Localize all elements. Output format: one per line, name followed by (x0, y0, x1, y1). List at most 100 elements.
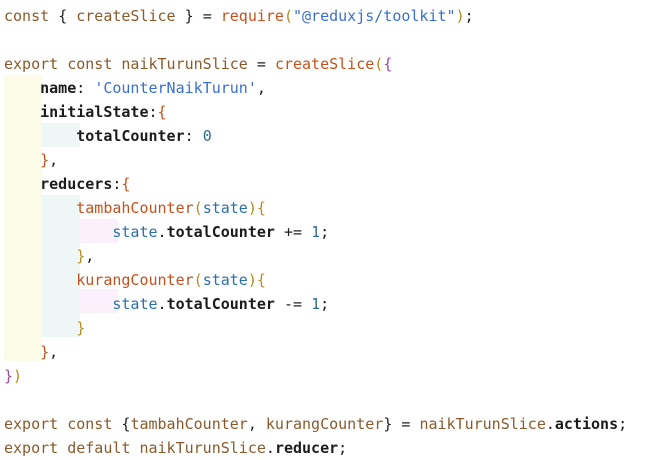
code-token: naikTurunSlice (139, 439, 266, 457)
code-token: default (67, 439, 131, 457)
code-token: createSlice (76, 7, 176, 25)
code-token: state (202, 199, 248, 217)
code-token: const (4, 7, 50, 25)
code-line: }) (4, 364, 22, 388)
code-token: } (40, 343, 50, 361)
code-token: ; (464, 7, 474, 25)
code-token: , (256, 79, 266, 97)
code-token: kurangCounter (265, 415, 384, 433)
code-line: state.totalCounter -= 1; (4, 292, 329, 316)
code-token: const (67, 415, 113, 433)
code-token: ) (455, 7, 465, 25)
code-token: += (274, 223, 312, 241)
code-token: } (40, 151, 50, 169)
code-line: totalCounter: 0 (4, 124, 212, 148)
code-token: ; (338, 439, 348, 457)
code-token: ; (320, 223, 330, 241)
code-token: } (76, 247, 86, 265)
code-token: actions (554, 415, 619, 433)
code-token: ) (247, 199, 257, 217)
code-token: ( (193, 271, 203, 289)
code-token: -= (274, 295, 312, 313)
code-token: const (67, 55, 113, 73)
code-token: } (76, 319, 86, 337)
code-token: : (184, 127, 203, 145)
code-token: { (157, 103, 167, 121)
code-token: ( (193, 199, 203, 217)
code-line: tambahCounter(state){ (4, 196, 266, 220)
code-token: } (184, 7, 194, 25)
code-line: export const naikTurunSlice = createSlic… (4, 52, 392, 76)
code-token: = (256, 55, 266, 73)
code-token: , (49, 151, 59, 169)
code-editor[interactable]: const { createSlice } = require("@reduxj… (0, 0, 666, 457)
code-token: totalCounter (166, 223, 275, 241)
code-token: reducer (274, 439, 339, 457)
code-token: } (383, 415, 393, 433)
code-token: { (121, 175, 131, 193)
code-line: reducers:{ (4, 172, 130, 196)
code-token: tambahCounter (130, 415, 248, 433)
code-token: ) (13, 367, 23, 385)
code-token: export (4, 55, 59, 73)
code-token: , (85, 247, 95, 265)
code-token: name (40, 79, 77, 97)
code-token: = (202, 7, 212, 25)
code-token: . (157, 223, 167, 241)
code-token: reducers (40, 175, 113, 193)
code-line: export default naikTurunSlice.reducer; (4, 436, 347, 460)
code-token: export (4, 439, 59, 457)
code-token: , (49, 343, 59, 361)
code-token: . (265, 439, 275, 457)
code-line: state.totalCounter += 1; (4, 220, 329, 244)
code-line: }, (4, 244, 94, 268)
code-line: const { createSlice } = require("@reduxj… (4, 4, 474, 28)
code-token: totalCounter (76, 127, 185, 145)
code-token: export (4, 415, 59, 433)
code-line: name: 'CounterNaikTurun', (4, 76, 266, 100)
code-line: } (4, 316, 85, 340)
code-token: naikTurunSlice (419, 415, 546, 433)
code-token: state (112, 295, 158, 313)
code-token: state (202, 271, 248, 289)
code-token: . (157, 295, 167, 313)
code-token: { (256, 271, 266, 289)
code-token: , (247, 415, 266, 433)
code-token: { (256, 199, 266, 217)
code-token: { (383, 55, 393, 73)
code-token: "@reduxjs/toolkit" (293, 7, 456, 25)
code-token: createSlice (274, 55, 375, 73)
code-token: state (112, 223, 158, 241)
code-token: ) (247, 271, 257, 289)
code-token: 1 (311, 223, 321, 241)
code-token: totalCounter (166, 295, 275, 313)
code-token: initialState (40, 103, 149, 121)
code-token: 'CounterNaikTurun' (94, 79, 257, 97)
code-token: kurangCounter (76, 271, 194, 289)
code-token: ; (618, 415, 628, 433)
code-token: 0 (202, 127, 212, 145)
code-line: }, (4, 148, 58, 172)
code-token: ( (283, 7, 293, 25)
code-token: { (58, 7, 68, 25)
code-line: kurangCounter(state){ (4, 268, 266, 292)
